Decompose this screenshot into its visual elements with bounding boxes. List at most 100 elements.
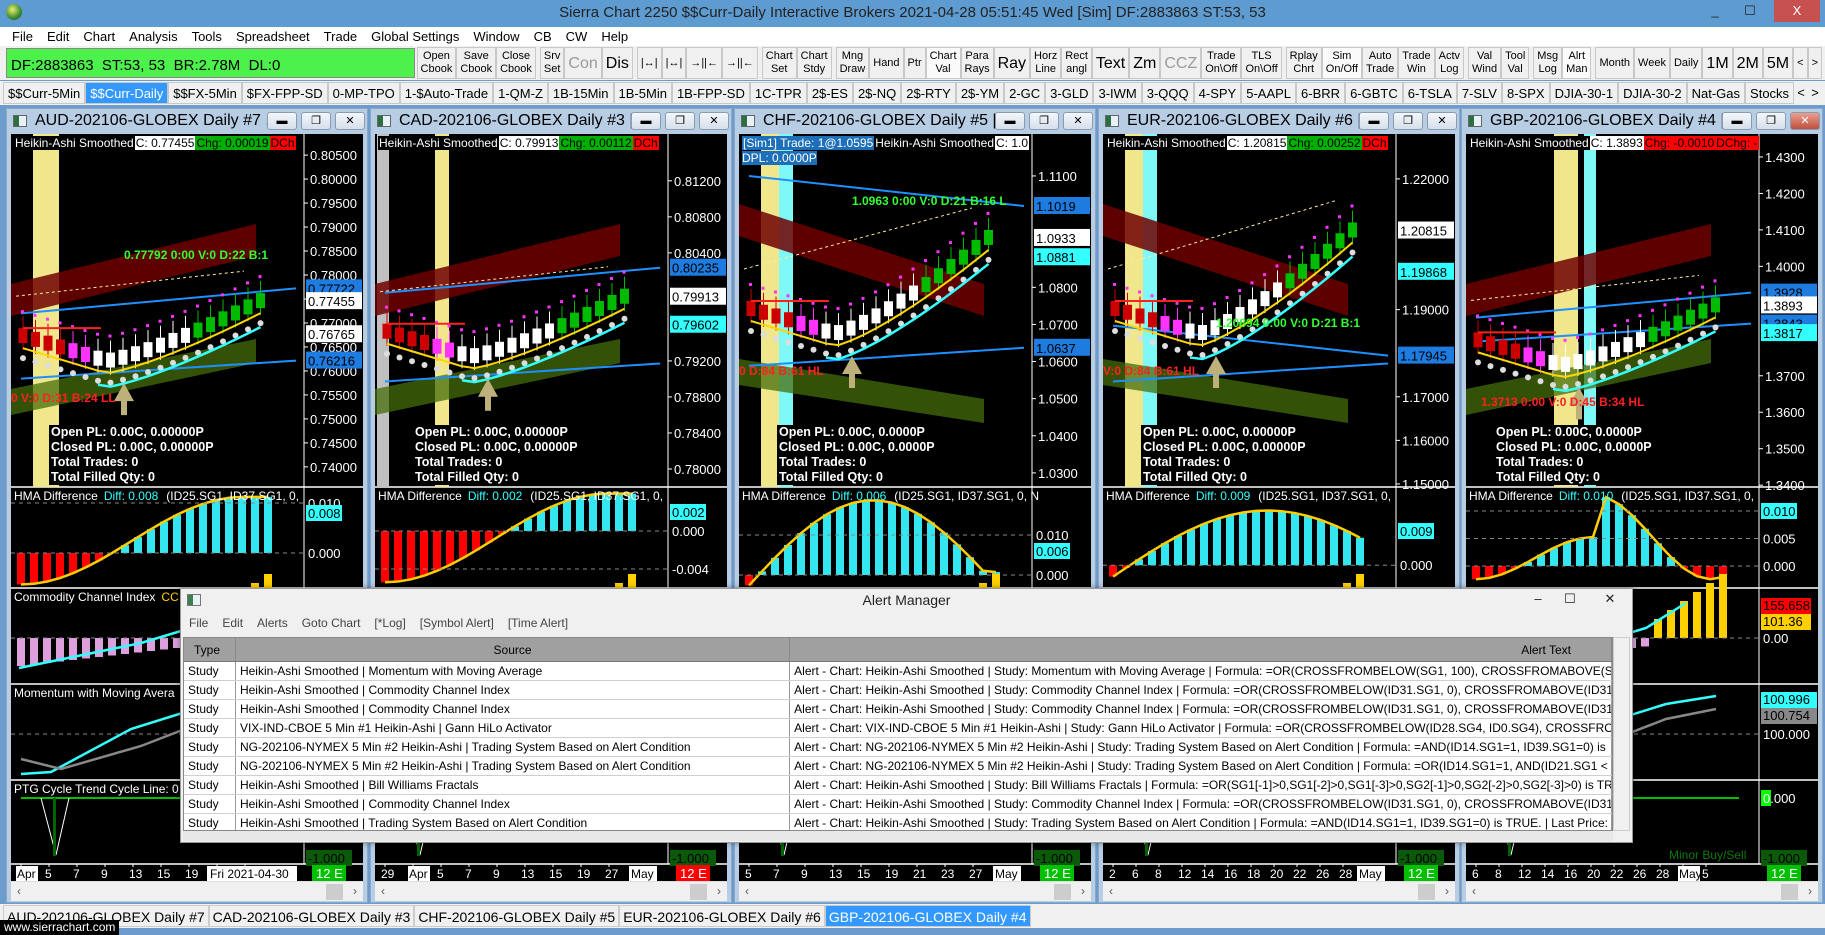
toolbar-button-chartset[interactable]: Chart Set [761, 47, 797, 79]
alert-row[interactable]: Study Heikin-Ashi Smoothed | Momentum wit… [184, 662, 1612, 681]
menu-window[interactable]: Window [467, 27, 527, 46]
toolbar-button-rectangl[interactable]: Rect angl [1061, 47, 1092, 79]
chartbook-tab[interactable]: 3-IWM [1093, 82, 1142, 104]
toolbar-button-5m[interactable]: 5M [1762, 47, 1794, 79]
toolbar-button-ptr[interactable]: Ptr [903, 47, 926, 79]
alert-menu-item[interactable]: [*Log] [374, 616, 405, 634]
column-header-source[interactable]: Source [236, 638, 791, 661]
chartbook-tab[interactable]: 6-BRR [1296, 82, 1346, 104]
chart-title-bar[interactable]: CHF-202106-GLOBEX Daily #5 |... ▬ ❐ ✕ [735, 109, 1095, 133]
minimize-button[interactable]: ▬ [267, 112, 297, 130]
scroll-left-arrow-icon[interactable]: ‹ [745, 884, 749, 898]
scroll-thumb[interactable] [326, 884, 343, 900]
chartbook-tab[interactable]: 0-MP-TPO [327, 82, 400, 104]
alert-manager-title-bar[interactable]: Alert Manager – ☐ ✕ [181, 589, 1632, 612]
scroll-thumb[interactable] [1781, 884, 1798, 900]
menu-cw[interactable]: CW [560, 27, 596, 46]
chartbook-tab[interactable]: 1B-5Min [613, 82, 672, 104]
chart-horizontal-scrollbar[interactable]: ‹ › [375, 881, 727, 901]
menu-chart[interactable]: Chart [77, 27, 123, 46]
restore-button[interactable]: ❐ [1756, 112, 1786, 130]
toolbar-button-[interactable]: > [1807, 47, 1822, 79]
chart-window-tab[interactable]: CHF-202106-GLOBEX Daily #5 [414, 905, 620, 927]
toolbar-button-week[interactable]: Week [1634, 47, 1670, 79]
minimize-button[interactable]: _ [1700, 0, 1730, 22]
toolbar-button-[interactable]: < [1793, 47, 1808, 79]
menu-cb[interactable]: CB [528, 27, 560, 46]
close-button[interactable]: ✕ [1063, 112, 1093, 130]
chartbook-tab[interactable]: 6-GBTC [1345, 82, 1403, 104]
scroll-thumb[interactable] [1418, 884, 1435, 900]
toolbar-button-pararays[interactable]: Para Rays [960, 47, 994, 79]
column-header-type[interactable]: Type [184, 638, 236, 661]
restore-button[interactable]: ❐ [301, 112, 331, 130]
close-button[interactable]: X [1774, 0, 1820, 22]
scroll-right-arrow-icon[interactable]: › [1081, 884, 1085, 898]
chartbook-tab[interactable]: 4-SPY [1193, 82, 1242, 104]
chartbook-tab[interactable]: DJIA-30-1 [1549, 82, 1619, 104]
menu-analysis[interactable]: Analysis [123, 27, 185, 46]
chart-title-bar[interactable]: CAD-202106-GLOBEX Daily #3 |... ▬ ❐ ✕ [371, 109, 731, 133]
chartbook-tab[interactable]: 1-$Auto-Trade [399, 82, 494, 104]
chart-horizontal-scrollbar[interactable]: ‹ › [739, 881, 1091, 901]
tab-scroll-left-button[interactable]: < [1794, 82, 1808, 104]
toolbar-button-daily[interactable]: Daily [1669, 47, 1703, 79]
chartbook-tab[interactable]: 3-GLD [1045, 82, 1094, 104]
toolbar-button-hand[interactable]: Hand [869, 47, 904, 79]
alert-menu-item[interactable]: [Symbol Alert] [420, 616, 494, 634]
toolbar-button-tradeonoff[interactable]: Trade On\Off [1201, 47, 1242, 79]
chartbook-tab[interactable]: Stocks [1745, 82, 1795, 104]
toolbar-button-[interactable]: →||← [686, 47, 723, 79]
chart-title-bar[interactable]: AUD-202106-GLOBEX Daily #7 ... ▬ ❐ ✕ [7, 109, 367, 133]
toolbar-button-1m[interactable]: 1M [1702, 47, 1733, 79]
menu-spreadsheet[interactable]: Spreadsheet [230, 27, 318, 46]
chartbook-tab[interactable]: $FX-FPP-SD [241, 82, 328, 104]
scroll-right-arrow-icon[interactable]: › [1445, 884, 1449, 898]
chartbook-tab[interactable]: 1C-TPR [749, 82, 807, 104]
chartbook-tab[interactable]: 2-GC [1004, 82, 1046, 104]
toolbar-button-[interactable]: →||← [722, 47, 758, 79]
alert-menu-item[interactable]: Alerts [257, 616, 288, 634]
horizontal-scrollbar[interactable] [183, 831, 1613, 841]
toolbar-button-closecbook[interactable]: Close Cbook [496, 47, 536, 79]
toolbar-button-autotrade[interactable]: Auto Trade [1361, 47, 1399, 79]
chartbook-tab[interactable]: 7-SLV [1456, 82, 1502, 104]
toolbar-button-alrtman[interactable]: Alrt Man [1562, 47, 1592, 79]
toolbar-button-chartval[interactable]: Chart Val [925, 47, 961, 79]
scroll-right-arrow-icon[interactable]: › [717, 884, 721, 898]
scroll-thumb[interactable] [1054, 884, 1071, 900]
toolbar-button-valwind[interactable]: Val Wind [1468, 47, 1502, 79]
maximize-button[interactable]: ☐ [1735, 0, 1765, 22]
scroll-left-arrow-icon[interactable]: ‹ [381, 884, 385, 898]
alert-menu-item[interactable]: File [189, 616, 208, 634]
chartbook-tab[interactable]: 2$-ES [806, 82, 853, 104]
chart-title-bar[interactable]: GBP-202106-GLOBEX Daily #4 |... ▬ ❐ ✕ [1462, 109, 1822, 133]
toolbar-button-rplaychrt[interactable]: Rplay Chrt [1285, 47, 1322, 79]
alert-row[interactable]: Study VIX-IND-CBOE 5 Min #1 Heikin-Ashi |… [184, 719, 1612, 738]
alert-menu-item[interactable]: Edit [222, 616, 243, 634]
scroll-right-arrow-icon[interactable]: › [1808, 884, 1812, 898]
chart-window-tab[interactable]: GBP-202106-GLOBEX Daily #4 [824, 905, 1031, 927]
scroll-left-arrow-icon[interactable]: ‹ [1472, 884, 1476, 898]
toolbar-button-text[interactable]: Text [1091, 47, 1130, 79]
chartbook-tab[interactable]: $$FX-5Min [168, 82, 242, 104]
menu-trade[interactable]: Trade [318, 27, 365, 46]
restore-button[interactable]: ❐ [1029, 112, 1059, 130]
menu-tools[interactable]: Tools [186, 27, 230, 46]
chart-horizontal-scrollbar[interactable]: ‹ › [11, 881, 363, 901]
chartbook-tab[interactable]: 1B-15Min [547, 82, 614, 104]
alert-row[interactable]: Study NG-202106-NYMEX 5 Min #2 Heikin-Ash… [184, 757, 1612, 776]
chart-title-bar[interactable]: EUR-202106-GLOBEX Daily #6 |... ▬ ❐ ✕ [1099, 109, 1459, 133]
scroll-thumb[interactable] [690, 884, 707, 900]
restore-button[interactable]: ❐ [1393, 112, 1423, 130]
chart-horizontal-scrollbar[interactable]: ‹ › [1103, 881, 1455, 901]
toolbar-button-2m[interactable]: 2M [1732, 47, 1763, 79]
close-button[interactable]: ✕ [335, 112, 365, 130]
alert-row[interactable]: Study Heikin-Ashi Smoothed | Commodity Ch… [184, 700, 1612, 719]
toolbar-button-actvlog[interactable]: Actv Log [1434, 47, 1465, 79]
toolbar-button-chartstdy[interactable]: Chart Stdy [796, 47, 832, 79]
chartbook-tab[interactable]: 8-SPX [1501, 82, 1550, 104]
toolbar-button-zm[interactable]: Zm [1129, 47, 1161, 79]
chartbook-tab[interactable]: 1-QM-Z [493, 82, 548, 104]
alert-row[interactable]: Study NG-202106-NYMEX 5 Min #2 Heikin-Ash… [184, 738, 1612, 757]
